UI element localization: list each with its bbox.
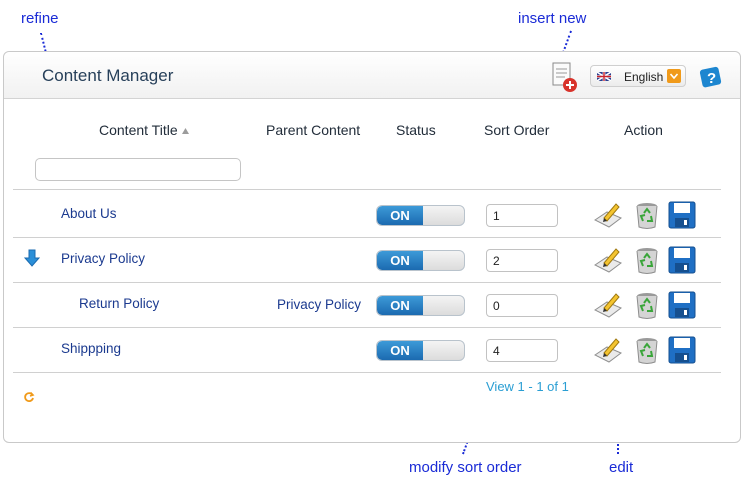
page-title: Content Manager bbox=[42, 66, 174, 85]
help-icon[interactable]: ? bbox=[698, 64, 724, 90]
panel-header: Content Manager English ? bbox=[4, 52, 740, 99]
status-toggle-label: ON bbox=[377, 341, 423, 360]
content-manager-panel: Content Manager English ? Content Title … bbox=[3, 51, 741, 443]
table-row: About Us ON 1 bbox=[4, 192, 742, 237]
edit-icon[interactable] bbox=[593, 290, 623, 320]
status-toggle-label: ON bbox=[377, 206, 423, 225]
row-parent: Privacy Policy bbox=[277, 297, 362, 312]
status-toggle-label: ON bbox=[377, 296, 423, 315]
divider bbox=[13, 189, 721, 190]
column-header-parent-content: Parent Content bbox=[266, 122, 361, 138]
column-header-sort-order: Sort Order bbox=[484, 122, 550, 138]
column-header-status: Status bbox=[396, 122, 436, 138]
pagination-info: View 1 - 1 of 1 bbox=[486, 379, 569, 394]
dropdown-arrow-icon[interactable] bbox=[667, 69, 681, 83]
save-icon[interactable] bbox=[667, 335, 697, 365]
column-header-content-title[interactable]: Content Title bbox=[99, 122, 190, 138]
recycle-delete-icon[interactable] bbox=[632, 200, 662, 230]
status-toggle[interactable]: ON bbox=[376, 340, 465, 361]
save-icon[interactable] bbox=[667, 290, 697, 320]
save-icon[interactable] bbox=[667, 245, 697, 275]
column-header-action: Action bbox=[624, 122, 663, 138]
sort-up-icon[interactable] bbox=[181, 127, 190, 136]
status-toggle[interactable]: ON bbox=[376, 205, 465, 226]
down-arrow-icon[interactable] bbox=[24, 249, 40, 267]
table-row: Return Policy Privacy Policy ON 0 bbox=[4, 282, 742, 327]
uk-flag-icon bbox=[597, 72, 611, 81]
recycle-delete-icon[interactable] bbox=[632, 290, 662, 320]
divider bbox=[13, 372, 721, 373]
status-toggle[interactable]: ON bbox=[376, 250, 465, 271]
row-title-link[interactable]: Shippping bbox=[61, 341, 121, 356]
sort-order-input[interactable]: 1 bbox=[486, 204, 558, 227]
svg-text:?: ? bbox=[707, 70, 716, 87]
annotation-refine: refine bbox=[21, 10, 59, 27]
table-row: Privacy Policy ON 2 bbox=[4, 237, 742, 282]
table-row: Shippping ON 4 bbox=[4, 327, 742, 372]
sort-order-input[interactable]: 4 bbox=[486, 339, 558, 362]
edit-icon[interactable] bbox=[593, 335, 623, 365]
status-toggle-label: ON bbox=[377, 251, 423, 270]
row-title-link[interactable]: Return Policy bbox=[79, 296, 159, 311]
edit-icon[interactable] bbox=[593, 200, 623, 230]
title-filter-input[interactable] bbox=[35, 158, 241, 181]
save-icon[interactable] bbox=[667, 200, 697, 230]
edit-icon[interactable] bbox=[593, 245, 623, 275]
language-select[interactable]: English bbox=[590, 65, 686, 87]
annotation-modify-sort-order: modify sort order bbox=[409, 459, 522, 476]
sort-order-input[interactable]: 2 bbox=[486, 249, 558, 272]
annotation-edit: edit bbox=[609, 459, 634, 476]
annotation-insert-new: insert new bbox=[518, 10, 587, 27]
status-toggle[interactable]: ON bbox=[376, 295, 465, 316]
row-title-link[interactable]: Privacy Policy bbox=[61, 251, 145, 266]
row-title-link[interactable]: About Us bbox=[61, 206, 117, 221]
sort-order-input[interactable]: 0 bbox=[486, 294, 558, 317]
recycle-delete-icon[interactable] bbox=[632, 245, 662, 275]
insert-new-icon[interactable] bbox=[550, 61, 580, 93]
recycle-delete-icon[interactable] bbox=[632, 335, 662, 365]
refresh-icon[interactable] bbox=[23, 391, 35, 403]
language-label: English bbox=[624, 70, 664, 84]
